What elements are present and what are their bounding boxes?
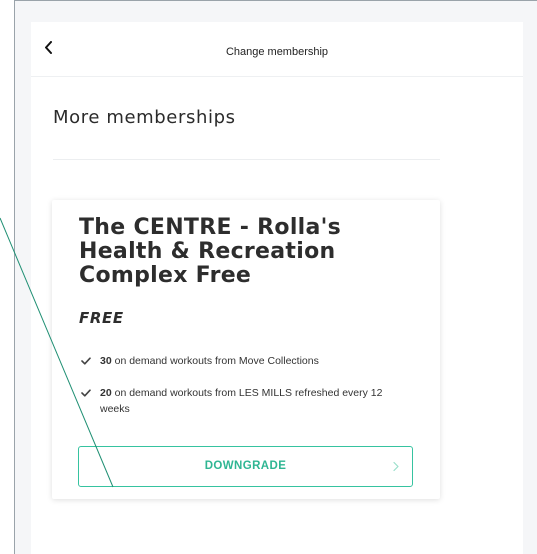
page-title: Change membership (225, 46, 329, 58)
downgrade-label: DOWNGRADE (204, 460, 287, 472)
membership-price: FREE (79, 309, 124, 327)
feature-text: 20 on demand workouts from LES MILLS ref… (100, 385, 399, 417)
membership-card: The CENTRE - Rolla's Health & Recreation… (52, 200, 440, 499)
chevron-right-icon (393, 461, 399, 472)
feature-count: 20 (100, 387, 112, 399)
section-title: More memberships (53, 107, 236, 128)
feature-text: 30 on demand workouts from Move Collecti… (100, 353, 399, 369)
feature-count: 30 (100, 355, 112, 367)
check-icon (81, 389, 91, 397)
downgrade-button[interactable]: DOWNGRADE (78, 446, 413, 487)
feature-item: 30 on demand workouts from Move Collecti… (79, 353, 399, 369)
screen: Change membership More memberships The C… (0, 0, 537, 554)
top-nav-bar: Change membership (31, 22, 523, 77)
feature-description: on demand workouts from Move Collections (111, 355, 319, 367)
membership-title: The CENTRE - Rolla's Health & Recreation… (79, 215, 342, 288)
feature-description: on demand workouts from LES MILLS refres… (100, 387, 383, 415)
section-divider (53, 159, 440, 160)
check-icon (81, 357, 91, 365)
feature-item: 20 on demand workouts from LES MILLS ref… (79, 385, 399, 417)
